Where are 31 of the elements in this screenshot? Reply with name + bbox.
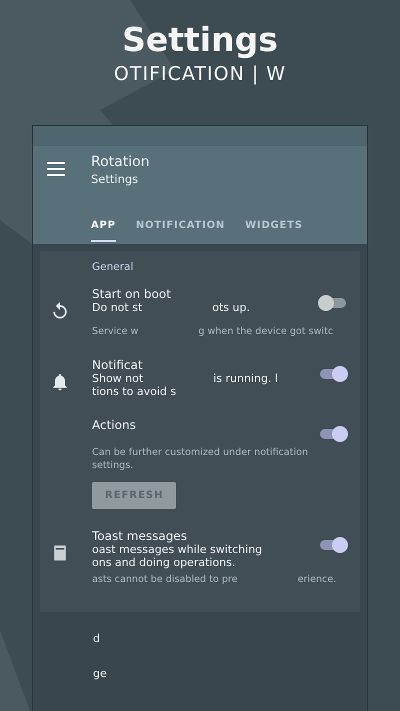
setting-title: Toast messages (92, 529, 188, 543)
tab[interactable]: WIDGETS (237, 206, 311, 244)
toggle-switch[interactable] (318, 426, 348, 442)
app-subtitle: Settings (91, 172, 140, 186)
toggle-switch[interactable] (318, 366, 348, 382)
setting-note: g when the device got switc (198, 325, 334, 338)
setting-title: Actions (92, 418, 137, 432)
setting-description: Show not (92, 372, 144, 385)
setting-note: erience. (298, 573, 336, 586)
setting-description: tions to avoid s (92, 385, 176, 398)
tab[interactable]: NOTIFICATION (128, 206, 234, 244)
setting-note: Service w (92, 325, 138, 338)
menu-icon[interactable] (47, 162, 65, 176)
setting-title: ge (93, 667, 108, 680)
toggle-switch[interactable] (318, 295, 348, 311)
setting-description: ons and doing operations. (92, 556, 236, 569)
section-header: General (91, 261, 134, 273)
setting-description: oast messages while switching (92, 543, 262, 556)
setting-title: Notificat (92, 358, 144, 372)
setting-description: is running. l (213, 372, 278, 385)
setting-description: Do not st (92, 301, 142, 314)
promo-title: Settings (122, 20, 278, 59)
app-title: Rotation (91, 154, 150, 170)
setting-description: ots up. (212, 301, 250, 314)
setting-note: Can be further customized under notification settings. (92, 446, 310, 472)
setting-title: Start on boot (92, 287, 172, 301)
setting-note: asts cannot be disabled to pre (92, 573, 238, 586)
promo-subtitle: OTIFICATION | W (114, 63, 286, 85)
toggle-switch[interactable] (318, 537, 348, 553)
setting-title: d (93, 632, 101, 645)
tab[interactable]: APP (83, 206, 124, 244)
